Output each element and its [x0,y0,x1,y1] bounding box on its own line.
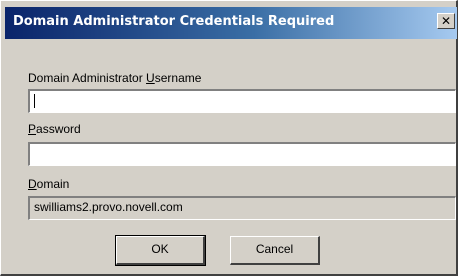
domain-value: swilliams2.provo.novell.com [34,200,183,214]
title-bar[interactable]: Domain Administrator Credentials Require… [5,7,457,39]
window-title: Domain Administrator Credentials Require… [13,14,335,29]
username-label-text-rest: sername [154,71,202,85]
password-field[interactable] [28,142,456,166]
credentials-dialog: Domain Administrator Credentials Require… [0,0,458,276]
password-label-mnemonic: P [28,122,37,136]
domain-label: Domain [28,177,69,191]
ok-button[interactable]: OK [115,235,206,266]
close-button[interactable]: ✕ [437,13,455,29]
ok-button-label: OK [151,242,169,256]
username-label: Domain Administrator Username [28,71,201,85]
cancel-button-label: Cancel [255,242,294,256]
text-caret [34,94,35,108]
cancel-button[interactable]: Cancel [230,236,320,265]
password-label: Password [28,122,81,136]
close-icon: ✕ [440,14,452,28]
username-label-mnemonic: U [146,71,155,85]
username-label-text: Domain Administrator [28,71,147,85]
domain-field[interactable]: swilliams2.provo.novell.com [28,196,456,220]
password-label-text-rest: assword [36,122,81,136]
username-field[interactable] [28,89,456,113]
domain-label-mnemonic: D [28,177,37,191]
domain-label-text-rest: omain [36,177,70,191]
